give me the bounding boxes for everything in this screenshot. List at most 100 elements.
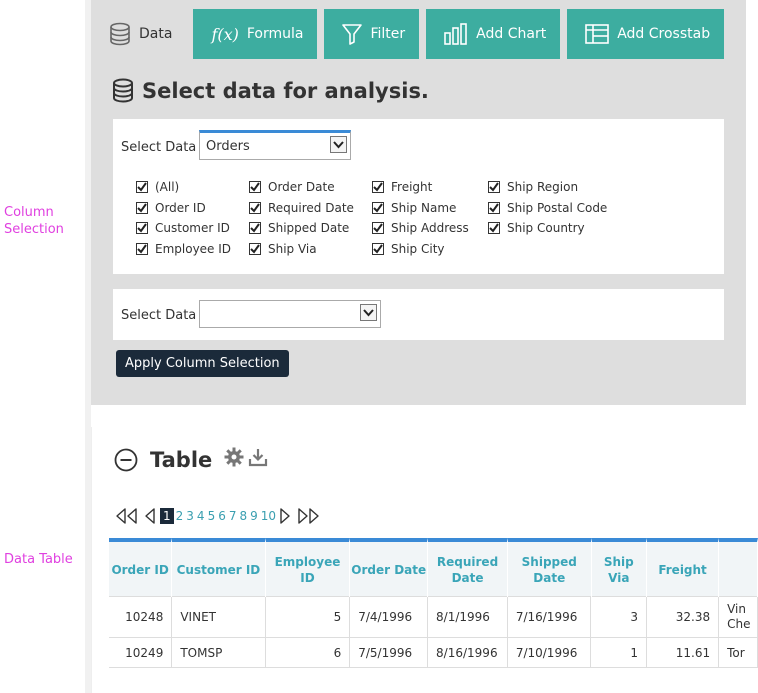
tab-add-chart[interactable]: Add Chart [426, 9, 561, 59]
database-icon [112, 78, 134, 104]
first-page-icon[interactable] [114, 507, 140, 525]
checkbox-all[interactable]: (All) [136, 177, 231, 198]
checkbox-ship-region[interactable]: Ship Region [488, 177, 607, 198]
checkbox-label: Ship Name [391, 200, 457, 215]
column-header[interactable]: Order Date [350, 538, 429, 597]
check-icon[interactable] [249, 181, 261, 194]
download-icon[interactable] [248, 447, 268, 472]
check-icon[interactable] [136, 222, 148, 235]
table-cell: Vin Che [719, 597, 758, 637]
check-icon[interactable] [488, 222, 500, 235]
table-cell: 11.61 [647, 638, 720, 667]
page-link-9[interactable]: 9 [249, 509, 259, 523]
checkbox-label: (All) [155, 180, 180, 195]
column-header[interactable]: Employee ID [265, 538, 351, 597]
table-heading: Table [114, 447, 268, 472]
tab-label: Add Crosstab [617, 26, 711, 42]
select-data-label: Select Data [121, 308, 197, 323]
table-title: Table [150, 447, 213, 472]
tab-filter[interactable]: Filter [324, 9, 420, 59]
checkbox-ship-via[interactable]: Ship Via [249, 239, 354, 260]
page-link-1[interactable]: 1 [160, 508, 174, 524]
tab-data[interactable]: Data [91, 9, 187, 59]
check-icon[interactable] [249, 243, 261, 256]
checkbox-customer-id[interactable]: Customer ID [136, 218, 231, 239]
check-icon[interactable] [372, 201, 384, 214]
toolbar-tabs: Data f(x) Formula Filter Add Chart Add C… [91, 9, 731, 59]
table-cell: 5 [266, 597, 351, 637]
next-page-icon[interactable] [278, 507, 292, 525]
column-header[interactable]: Customer ID [172, 538, 266, 597]
select-data-dropdown-2[interactable] [199, 300, 381, 328]
checkbox-label: Customer ID [155, 221, 230, 236]
column-header[interactable]: Ship Via [591, 538, 648, 597]
checkbox-ship-name[interactable]: Ship Name [372, 198, 469, 219]
checkbox-freight[interactable]: Freight [372, 177, 469, 198]
checkbox-ship-city[interactable]: Ship City [372, 239, 469, 260]
checkbox-shipped-date[interactable]: Shipped Date [249, 218, 354, 239]
chevron-down-icon[interactable] [360, 304, 377, 321]
gear-icon[interactable] [224, 447, 244, 472]
column-header[interactable]: Shipped Date [507, 538, 592, 597]
table-cell: VINET [172, 597, 266, 637]
checkbox-label: Order Date [268, 180, 335, 195]
check-icon[interactable] [136, 181, 148, 194]
checkbox-order-id[interactable]: Order ID [136, 198, 231, 219]
page-link-6[interactable]: 6 [217, 509, 227, 523]
previous-page-icon[interactable] [143, 507, 157, 525]
page-link-10[interactable]: 10 [260, 509, 277, 523]
column-header[interactable]: Required Date [428, 538, 508, 597]
checkbox-label: Ship Postal Code [507, 200, 608, 215]
checkbox-label: Ship Via [268, 242, 317, 257]
check-icon[interactable] [249, 201, 261, 214]
page-link-7[interactable]: 7 [228, 509, 238, 523]
select-data-card: Select Data Orders (All) Order ID Custom… [113, 119, 724, 274]
checkbox-label: Ship Address [391, 221, 469, 236]
page-link-2[interactable]: 2 [175, 509, 185, 523]
check-icon[interactable] [372, 181, 384, 194]
check-icon[interactable] [488, 201, 500, 214]
function-icon: f(x) [211, 24, 239, 44]
tab-add-crosstab[interactable]: Add Crosstab [567, 9, 725, 59]
check-icon[interactable] [488, 181, 500, 194]
checkbox-label: Required Date [268, 200, 354, 215]
check-icon[interactable] [249, 222, 261, 235]
select-data-card-2: Select Data [113, 289, 724, 340]
check-icon[interactable] [136, 201, 148, 214]
select-data-dropdown[interactable]: Orders [199, 130, 351, 160]
check-icon[interactable] [372, 243, 384, 256]
column-header[interactable] [719, 538, 758, 597]
checkbox-ship-postal-code[interactable]: Ship Postal Code [488, 198, 607, 219]
table-cell: 7/10/1996 [508, 638, 592, 667]
tab-formula[interactable]: f(x) Formula [193, 9, 318, 59]
checkbox-employee-id[interactable]: Employee ID [136, 239, 231, 260]
table-cell: 1 [591, 638, 648, 667]
page-link-4[interactable]: 4 [196, 509, 206, 523]
page-link-5[interactable]: 5 [207, 509, 217, 523]
check-icon[interactable] [372, 222, 384, 235]
apply-column-selection-button[interactable]: Apply Column Selection [116, 350, 289, 377]
bar-chart-icon [444, 23, 468, 45]
column-header[interactable]: Freight [647, 538, 720, 597]
checkbox-label: Shipped Date [268, 221, 350, 236]
checkbox-ship-country[interactable]: Ship Country [488, 218, 607, 239]
column-header[interactable]: Order ID [109, 538, 173, 597]
checkbox-ship-address[interactable]: Ship Address [372, 218, 469, 239]
table-cell: 32.38 [647, 597, 720, 637]
page-link-8[interactable]: 8 [238, 509, 248, 523]
table-cell: Tor [719, 638, 758, 667]
check-icon[interactable] [136, 243, 148, 256]
select-data-label: Select Data [121, 140, 197, 155]
last-page-icon[interactable] [295, 507, 321, 525]
checkbox-label: Order ID [155, 200, 206, 215]
table-cell: 7/5/1996 [350, 638, 429, 667]
chevron-down-icon[interactable] [330, 136, 347, 153]
page-link-3[interactable]: 3 [185, 509, 195, 523]
database-icon [109, 22, 131, 46]
checkbox-column-1: (All) Order ID Customer ID Employee ID [136, 177, 231, 259]
checkbox-order-date[interactable]: Order Date [249, 177, 354, 198]
table-header-row: Order ID Customer ID Employee ID Order D… [109, 538, 758, 597]
checkbox-required-date[interactable]: Required Date [249, 198, 354, 219]
collapse-icon[interactable] [114, 448, 138, 472]
funnel-icon [342, 23, 363, 45]
